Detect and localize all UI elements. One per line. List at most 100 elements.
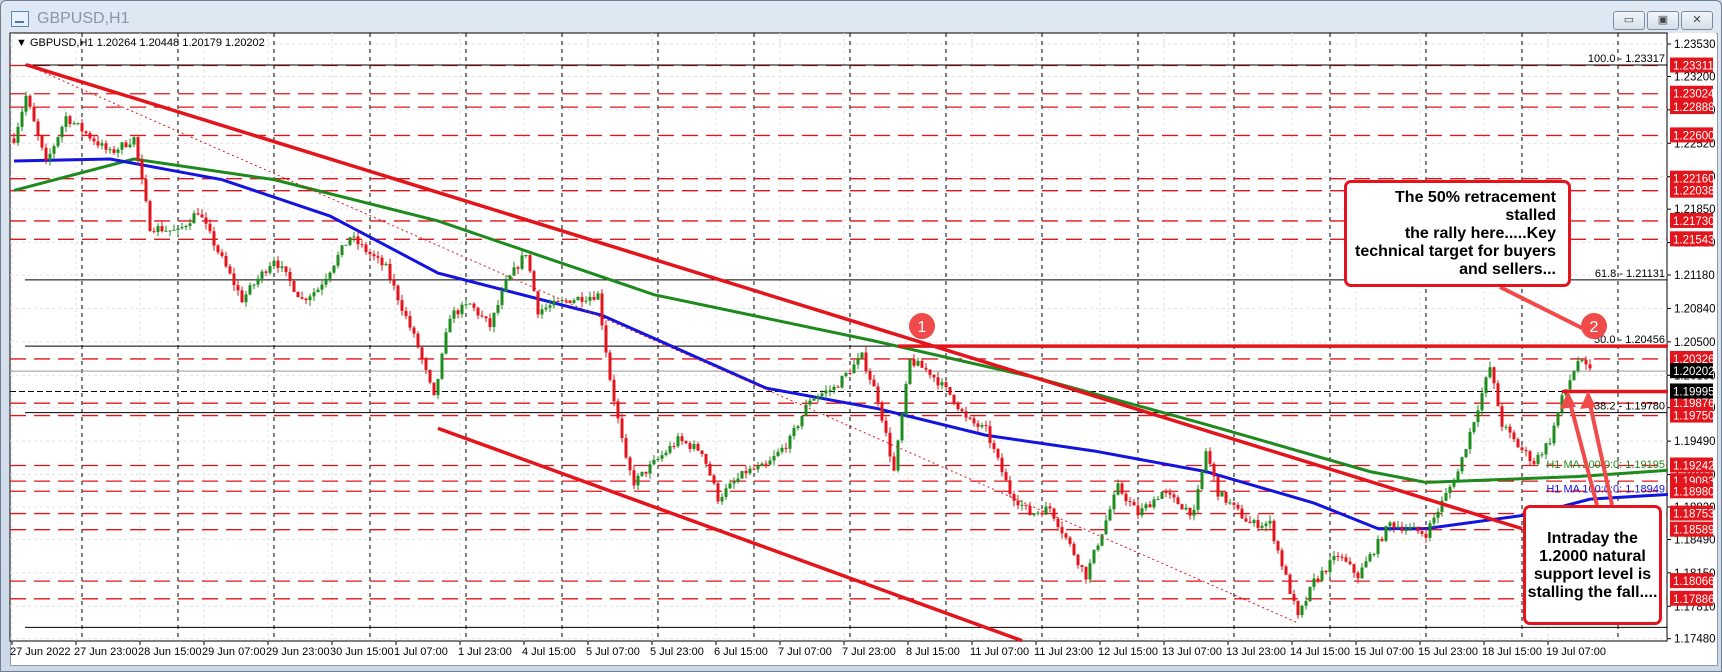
candle-body: [776, 451, 780, 457]
candle-body: [448, 318, 452, 333]
candle-body: [716, 483, 720, 502]
candle-body: [1152, 499, 1156, 508]
candle: [1200, 470, 1204, 492]
current-price-tag: 1.20202: [1673, 366, 1715, 378]
candle-body: [1516, 439, 1520, 448]
candle-body: [1080, 565, 1084, 567]
candle-body: [424, 359, 428, 370]
candle-body: [1520, 447, 1524, 451]
candle-body: [964, 411, 968, 418]
candle-body: [1164, 491, 1168, 493]
candle-body: [1020, 504, 1024, 506]
candle-body: [624, 438, 628, 458]
candle-body: [928, 369, 932, 375]
candle-body: [1244, 518, 1248, 522]
candle-body: [1568, 380, 1572, 390]
candle-body: [368, 251, 372, 255]
time-tick-label: 29 Jun 07:00: [202, 646, 266, 658]
candle-body: [1524, 450, 1528, 452]
candle-body: [160, 226, 164, 232]
price-chart[interactable]: 100.0 - 1.23317 61.8 - 1.21131 50.0 - 1.20…: [0, 0, 1722, 672]
candle-body: [640, 471, 644, 476]
time-tick-label: 13 Jul 07:00: [1162, 646, 1222, 658]
candle-body: [1200, 470, 1204, 489]
candle-body: [980, 425, 984, 427]
candle-body: [412, 327, 416, 334]
candle-body: [948, 386, 952, 395]
candle-body: [1388, 522, 1392, 527]
candle-body: [1108, 509, 1112, 521]
price-tick-label: 1.20500: [1674, 337, 1716, 349]
candle: [1496, 380, 1500, 407]
candle-body: [836, 386, 840, 388]
candle-body: [760, 463, 764, 466]
candle-body: [1492, 367, 1496, 384]
candle-body: [1364, 561, 1368, 568]
time-tick-label: 7 Jul 23:00: [842, 646, 896, 658]
candle-body: [1288, 574, 1292, 595]
candle-body: [1372, 553, 1376, 555]
candle-body: [292, 280, 296, 292]
candle-body: [524, 255, 528, 257]
candle-body: [1536, 454, 1540, 464]
candle-body: [1072, 543, 1076, 555]
candle-body: [228, 266, 232, 274]
key-level-price-tag: 1.19995: [1673, 386, 1715, 398]
candle-body: [1024, 504, 1028, 506]
candle-body: [1176, 497, 1180, 505]
candle-body: [968, 417, 972, 419]
candle-body: [732, 481, 736, 484]
time-tick-label: 11 Jul 23:00: [1034, 646, 1093, 658]
candle-body: [664, 452, 668, 456]
candle-body: [784, 447, 788, 449]
candle-body: [1428, 523, 1432, 538]
candle-body: [1048, 506, 1052, 509]
level-price-tag: 1.21730: [1673, 216, 1715, 228]
candle-body: [180, 227, 184, 229]
candle: [740, 470, 744, 480]
candle-body: [1452, 482, 1456, 487]
marker-label: 2: [1590, 319, 1599, 336]
candle-body: [208, 223, 212, 232]
candle-body: [332, 265, 336, 273]
candle-body: [16, 126, 20, 143]
level-price-tag: 1.21543: [1673, 234, 1715, 246]
candle-body: [764, 463, 768, 465]
candle-body: [848, 373, 852, 375]
candle-body: [1172, 494, 1176, 498]
candle: [528, 254, 532, 274]
candle-body: [636, 475, 640, 486]
candle-body: [544, 307, 548, 310]
candle-body: [64, 116, 68, 127]
candle-body: [772, 456, 776, 461]
time-tick-label: 5 Jul 23:00: [650, 646, 704, 658]
candle-body: [272, 260, 276, 267]
time-tick-label: 18 Jul 15:00: [1482, 646, 1542, 658]
candle-body: [1236, 504, 1240, 509]
candle-body: [780, 447, 784, 452]
candle-body: [1140, 508, 1144, 516]
candle-body: [680, 436, 684, 442]
candle-body: [144, 179, 148, 202]
candle: [600, 288, 604, 330]
candle-body: [220, 252, 224, 256]
candle-body: [328, 272, 332, 279]
candle-body: [1548, 443, 1552, 445]
candle-body: [1544, 443, 1548, 455]
candle-body: [1004, 472, 1008, 481]
candle-body: [1092, 549, 1096, 564]
candle-body: [1532, 461, 1536, 464]
time-tick-label: 14 Jul 15:00: [1290, 646, 1350, 658]
time-tick-label: 5 Jul 07:00: [586, 646, 640, 658]
candle-body: [736, 478, 740, 482]
candle: [1160, 491, 1164, 500]
candle-body: [800, 415, 804, 427]
candle-body: [196, 213, 200, 215]
candle-body: [288, 271, 292, 281]
candle-body: [1360, 567, 1364, 579]
candle-body: [668, 446, 672, 453]
candle-body: [1404, 529, 1408, 532]
candle: [608, 349, 612, 382]
candle-body: [440, 353, 444, 379]
candle: [1180, 503, 1184, 510]
